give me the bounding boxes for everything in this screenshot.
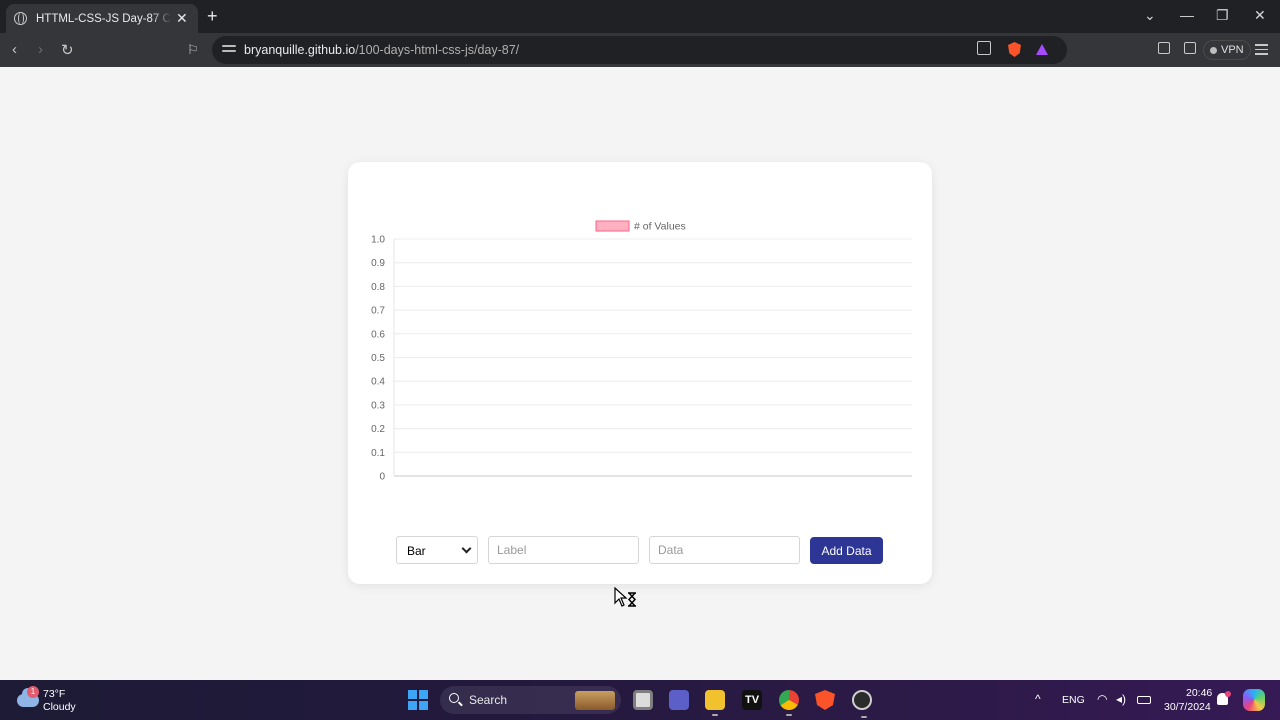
window-close-icon[interactable]: ✕ <box>1254 7 1266 24</box>
y-tick-label: 0.4 <box>371 377 385 388</box>
volume-icon[interactable]: ◂) <box>1116 692 1126 706</box>
browser-tab[interactable]: HTTML-CSS-JS Day-87 Chart-Gen ✕ <box>6 4 198 33</box>
cursor-icon <box>614 587 637 607</box>
wallet-icon[interactable] <box>1184 42 1196 54</box>
brave-shields-icon[interactable] <box>1008 42 1021 57</box>
url-text[interactable]: bryanquille.github.io/100-days-html-css-… <box>244 43 519 57</box>
y-tick-label: 0 <box>379 472 385 483</box>
taskbar: 1 73°F Cloudy Search TV ^ ENG ◠ ◂) 20:46… <box>0 680 1280 720</box>
address-bar[interactable]: bryanquille.github.io/100-days-html-css-… <box>212 36 1067 64</box>
y-tick-label: 0.7 <box>371 306 385 317</box>
tradingview-icon[interactable]: TV <box>742 690 762 710</box>
y-tick-label: 0.8 <box>371 282 385 293</box>
y-tick-label: 1.0 <box>371 235 385 246</box>
y-tick-label: 0.5 <box>371 353 385 364</box>
vpn-label: VPN <box>1221 44 1244 56</box>
y-tick-label: 0.3 <box>371 400 385 411</box>
wifi-icon[interactable]: ◠ <box>1097 692 1107 706</box>
y-tick-label: 0.9 <box>371 258 385 269</box>
chevron-down-icon <box>461 543 472 554</box>
share-icon[interactable] <box>977 41 991 55</box>
chart-type-value: Bar <box>407 544 426 558</box>
forward-arrow-icon[interactable]: › <box>38 41 43 58</box>
reload-icon[interactable]: ↻ <box>61 41 74 59</box>
obs-icon[interactable] <box>852 690 872 718</box>
chart-type-select[interactable]: Bar <box>396 536 478 564</box>
legend-label: # of Values <box>634 221 686 233</box>
browser-toolbar: ‹ › ↻ ⚐ bryanquille.github.io/100-days-h… <box>0 33 1280 67</box>
chevron-down-icon[interactable]: ⌄ <box>1144 7 1156 24</box>
copilot-icon[interactable] <box>1243 689 1265 711</box>
globe-icon <box>14 11 27 25</box>
menu-icon[interactable] <box>1255 44 1268 58</box>
legend-swatch <box>595 220 630 232</box>
back-arrow-icon[interactable]: ‹ <box>12 41 17 58</box>
new-tab-icon[interactable]: + <box>207 6 218 27</box>
url-path: /100-days-html-css-js/day-87/ <box>355 43 520 57</box>
tab-title: HTTML-CSS-JS Day-87 Chart-Gen <box>36 12 172 25</box>
label-input[interactable] <box>488 536 639 564</box>
y-tick-label: 0.6 <box>371 329 385 340</box>
clock-date[interactable]: 30/7/2024 <box>1164 701 1211 713</box>
weather-badge: 1 <box>27 686 39 698</box>
url-host: bryanquille.github.io <box>244 43 356 57</box>
close-icon[interactable]: ✕ <box>176 10 188 27</box>
y-tick-label: 0.2 <box>371 424 385 435</box>
browser-tab-bar: HTTML-CSS-JS Day-87 Chart-Gen ✕ + ⌄ — ❐ … <box>0 0 1280 33</box>
weather-temp: 73°F <box>43 688 66 700</box>
bookmark-icon[interactable]: ⚐ <box>187 42 199 58</box>
chart: # of Values 1.0 0.9 0.8 0.7 0.6 0.5 0.4 0.3 0.2 0.… <box>371 220 912 483</box>
chart-controls: Bar Add Data <box>396 536 886 564</box>
teams-icon[interactable] <box>669 690 689 710</box>
chart-card: # of Values 1.0 0.9 0.8 0.7 0.6 0.5 0.4 0.3 0.2 0.… <box>348 162 932 584</box>
search-icon <box>449 693 459 703</box>
y-tick-label: 0.1 <box>371 448 385 459</box>
taskbar-search[interactable]: Search <box>440 686 621 714</box>
restore-icon[interactable]: ❐ <box>1216 7 1229 24</box>
data-input[interactable] <box>649 536 800 564</box>
search-label: Search <box>469 693 508 707</box>
chrome-icon[interactable] <box>779 690 799 716</box>
task-view-icon[interactable] <box>633 690 653 710</box>
windows-start-icon[interactable] <box>408 690 428 710</box>
notification-bell-icon[interactable] <box>1217 691 1231 705</box>
vpn-status-icon <box>1210 46 1217 54</box>
site-settings-icon[interactable] <box>222 42 236 56</box>
chevron-up-icon[interactable]: ^ <box>1035 692 1041 706</box>
add-data-button[interactable]: Add Data <box>810 537 883 564</box>
weather-condition: Cloudy <box>43 701 76 713</box>
file-explorer-icon[interactable] <box>705 690 725 716</box>
minimize-icon[interactable]: — <box>1180 7 1194 23</box>
vpn-button[interactable]: VPN <box>1203 40 1251 60</box>
battery-icon[interactable] <box>1137 696 1151 704</box>
brave-icon[interactable] <box>815 690 835 710</box>
clock-time[interactable]: 20:46 <box>1186 687 1212 699</box>
language-indicator[interactable]: ENG <box>1062 694 1085 706</box>
brave-rewards-icon[interactable] <box>1036 44 1048 55</box>
search-highlight-image <box>575 691 615 710</box>
sidebar-icon[interactable] <box>1158 42 1170 54</box>
